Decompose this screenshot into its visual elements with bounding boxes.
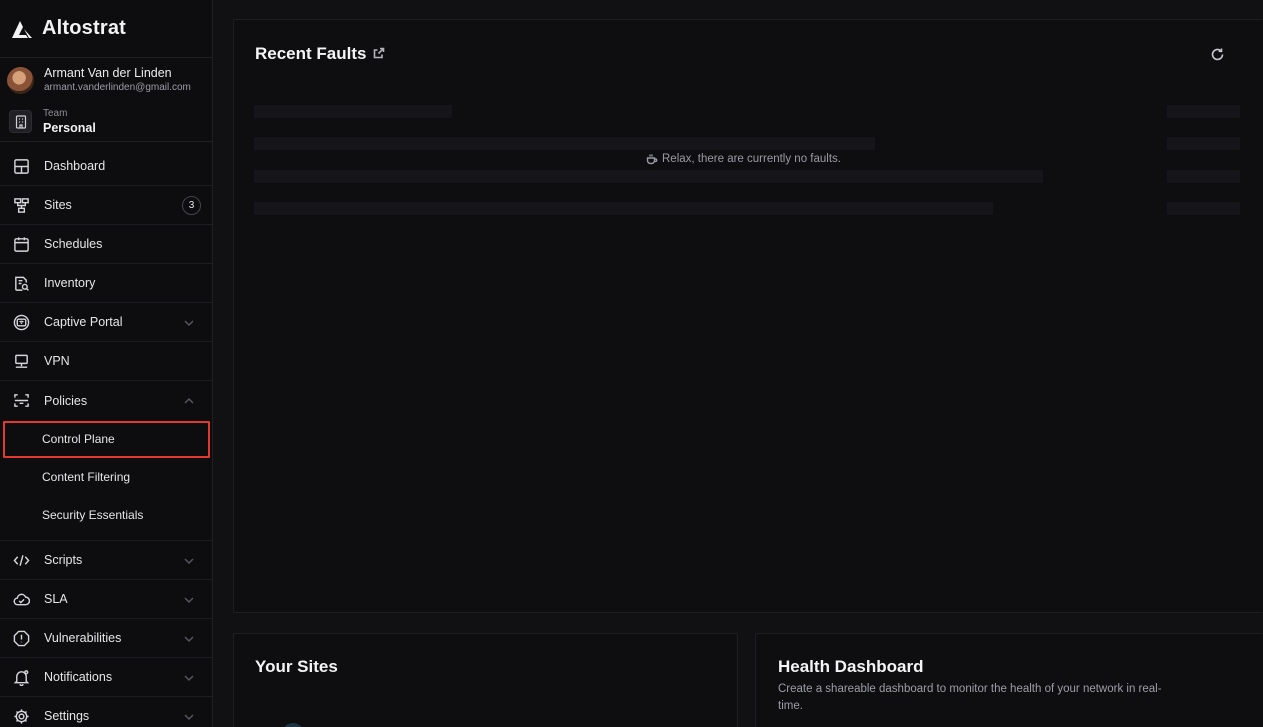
relax-cup-icon <box>646 154 658 165</box>
skeleton-row <box>1167 170 1240 183</box>
policies-group: Policies Control Plane Content Filtering… <box>0 381 212 541</box>
nav-item-sla[interactable]: SLA <box>0 580 212 619</box>
skeleton-row <box>1167 137 1240 150</box>
chevron-down-icon[interactable] <box>183 593 195 605</box>
nav-label: Notifications <box>44 670 113 684</box>
nav-item-vulnerabilities[interactable]: Vulnerabilities <box>0 619 212 658</box>
vpn-monitor-icon <box>12 352 30 370</box>
inventory-search-icon <box>12 274 30 292</box>
nav-label: Captive Portal <box>44 315 123 329</box>
skeleton-row <box>254 202 993 215</box>
site-avatar <box>282 723 304 727</box>
your-sites-title: Your Sites <box>255 657 338 676</box>
skeleton-row <box>254 105 452 118</box>
brand[interactable]: Altostrat <box>0 0 212 58</box>
sidebar: Altostrat Armant Van der Linden armant.v… <box>0 0 213 727</box>
wifi-portal-icon <box>12 313 30 331</box>
skeleton-row <box>1167 202 1240 215</box>
chevron-down-icon[interactable] <box>183 710 195 722</box>
health-dashboard-description: Create a shareable dashboard to monitor … <box>778 683 1162 712</box>
chevron-up-icon[interactable] <box>183 394 195 406</box>
team-label: Team <box>43 107 68 119</box>
refresh-icon[interactable] <box>1210 47 1225 62</box>
nav-item-captive-portal[interactable]: Captive Portal <box>0 303 212 342</box>
skeleton-row <box>254 137 875 150</box>
bell-icon <box>12 668 30 686</box>
policies-scan-icon <box>12 392 30 410</box>
altostrat-logo-icon <box>12 20 32 38</box>
nav-label: Schedules <box>44 237 103 251</box>
sites-count-badge: 3 <box>182 196 201 215</box>
nav-label: Vulnerabilities <box>44 631 122 645</box>
chevron-down-icon[interactable] <box>183 554 195 566</box>
chevron-down-icon[interactable] <box>183 632 195 644</box>
your-sites-card: Your Sites <box>233 633 738 727</box>
team-value: Personal <box>43 120 96 135</box>
user-email: armant.vanderlinden@gmail.com <box>44 82 191 93</box>
nav-label: SLA <box>44 592 68 606</box>
skeleton-row <box>1167 105 1240 118</box>
brand-name: Altostrat <box>42 17 127 39</box>
health-dashboard-title: Health Dashboard <box>778 657 924 676</box>
sites-network-icon <box>12 196 30 214</box>
nav-item-scripts[interactable]: Scripts <box>0 541 212 580</box>
dashboard-icon <box>12 157 30 175</box>
chevron-down-icon[interactable] <box>183 671 195 683</box>
team-switcher[interactable]: Team Personal <box>0 102 212 142</box>
chevron-down-icon[interactable] <box>183 316 195 328</box>
no-faults-message: Relax, there are currently no faults. <box>646 153 841 165</box>
nav-item-dashboard[interactable]: Dashboard <box>0 147 212 186</box>
skeleton-row <box>254 170 1043 183</box>
nav-item-notifications[interactable]: Notifications <box>0 658 212 697</box>
nav-label: VPN <box>44 354 70 368</box>
recent-faults-card: Recent Faults Relax, there are currently… <box>233 19 1263 613</box>
building-icon <box>9 110 32 133</box>
user-name: Armant Van der Linden <box>44 66 172 80</box>
nav-item-vpn[interactable]: VPN <box>0 342 212 381</box>
sub-item-control-plane[interactable]: Control Plane <box>0 420 212 458</box>
health-dashboard-card: Health Dashboard Create a shareable dash… <box>755 633 1263 727</box>
user-profile[interactable]: Armant Van der Linden armant.vanderlinde… <box>0 58 212 102</box>
nav-label: Settings <box>44 709 90 723</box>
sub-item-content-filtering[interactable]: Content Filtering <box>0 458 212 496</box>
gear-icon <box>12 707 30 725</box>
nav-item-inventory[interactable]: Inventory <box>0 264 212 303</box>
nav-label: Dashboard <box>44 159 106 173</box>
nav-item-policies[interactable]: Policies <box>0 381 212 420</box>
code-icon <box>12 551 30 569</box>
recent-faults-title: Recent Faults <box>255 44 367 63</box>
cloud-check-icon <box>12 590 30 608</box>
sub-item-security-essentials[interactable]: Security Essentials <box>0 496 212 534</box>
nav-item-settings[interactable]: Settings <box>0 697 212 727</box>
avatar <box>7 66 34 94</box>
calendar-icon <box>12 235 30 253</box>
nav-label: Inventory <box>44 276 96 290</box>
nav-label: Policies <box>44 393 88 408</box>
warning-octagon-icon <box>12 629 30 647</box>
nav-item-sites[interactable]: Sites 3 <box>0 186 212 225</box>
main-nav: Dashboard Sites 3 Schedules Inventory Ca… <box>0 147 212 727</box>
external-link-icon[interactable] <box>373 46 385 59</box>
nav-item-schedules[interactable]: Schedules <box>0 225 212 264</box>
nav-label: Scripts <box>44 553 83 567</box>
nav-label: Sites <box>44 198 72 212</box>
no-faults-text: Relax, there are currently no faults. <box>662 153 841 165</box>
